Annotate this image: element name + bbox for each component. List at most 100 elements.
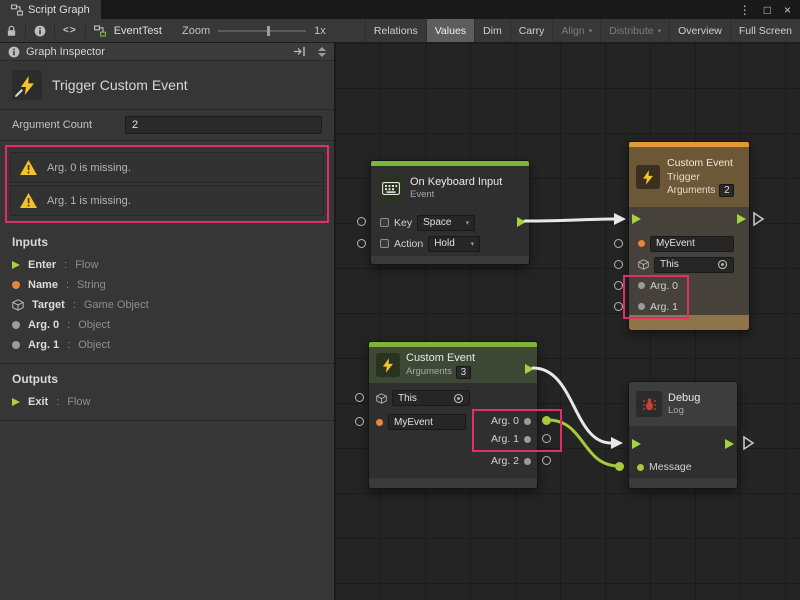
scroll-spinner[interactable] [318,47,326,57]
port-row-name: Name:String [12,275,322,295]
colon: : [73,299,76,311]
values-button[interactable]: Values [426,19,474,42]
script-graph-canvas[interactable]: On Keyboard Input Event Key Space▾ Actio… [335,43,800,600]
event-name-input-port[interactable] [355,417,364,426]
distribute-button[interactable]: Distribute▾ [600,19,669,42]
node-header[interactable]: Custom Event Arguments3 [369,347,537,383]
align-button[interactable]: Align▾ [552,19,600,42]
chevron-down-icon: ▾ [466,219,470,227]
event-name-field[interactable]: MyEvent [388,414,466,430]
port-label: Arg. 1 [650,301,678,313]
port-name: Arg. 1 [28,339,59,351]
relations-button[interactable]: Relations [365,19,426,42]
flow-out-port[interactable] [525,364,534,374]
node-header[interactable]: Debug Log [629,382,737,426]
arg1-input-port[interactable] [614,302,623,311]
overview-button[interactable]: Overview [669,19,730,42]
graph-name[interactable]: EventTest [114,25,162,37]
close-icon[interactable]: × [784,3,791,17]
flow-in-port[interactable] [632,214,641,224]
target-dropdown[interactable]: This [392,390,470,406]
port-row-target: Target:Game Object [12,295,322,315]
arg1-output-port[interactable] [542,434,551,443]
flow-in-port[interactable] [632,439,641,449]
flow-continue-icon [744,437,753,449]
arguments-count-field[interactable]: 3 [456,366,471,379]
message-input-port[interactable] [615,462,624,471]
outputs-section: Outputs Exit:Flow [0,364,334,421]
node-trigger-custom-event[interactable]: Custom Event Trigger Arguments2 MyEvent … [628,141,750,331]
carry-button[interactable]: Carry [510,19,553,42]
node-header[interactable]: Custom Event Trigger Arguments2 [629,147,749,207]
dock-icon[interactable] [293,46,306,57]
arg2-output-port[interactable] [542,456,551,465]
node-footer [629,478,737,488]
page-title: Trigger Custom Event [52,77,188,93]
wire-keyboard-to-trigger[interactable] [525,219,615,221]
restore-icon[interactable]: □ [764,3,771,17]
zoom-value: 1x [314,25,326,37]
node-title: Trigger [667,171,734,185]
target-dropdown[interactable]: This [654,257,734,273]
port-row-exit: Exit:Flow [12,392,322,412]
node-header[interactable]: On Keyboard Input Event [371,166,529,210]
tab-script-graph[interactable]: Script Graph [0,0,101,19]
arg0-input-port[interactable] [614,281,623,290]
outputs-header: Outputs [12,372,322,386]
arg2-row: Arg. 2 [491,453,531,469]
target-input-port[interactable] [614,260,623,269]
wire-arg0-to-message[interactable] [548,420,619,466]
flow-arrow-icon [12,261,20,269]
action-dropdown[interactable]: Hold▾ [428,236,480,252]
field-value: This [398,393,417,404]
button-label: Relations [374,25,418,37]
argument-count-label: Argument Count [12,119,117,131]
scroll-up-icon[interactable] [318,47,326,51]
panel-title: Graph Inspector [26,46,105,58]
menu-icon[interactable]: ⋮ [739,3,751,17]
arg0-output-port[interactable] [542,416,551,425]
key-row: Key Space▾ [371,212,529,233]
node-on-keyboard-input[interactable]: On Keyboard Input Event Key Space▾ Actio… [370,160,530,265]
port-row-arg1: Arg. 1:Object [12,335,322,355]
value-port-icon [638,282,645,289]
lightning-icon [376,353,400,377]
field-value: MyEvent [656,238,695,249]
zoom-slider[interactable] [218,30,306,32]
dim-button[interactable]: Dim [474,19,510,42]
graph-toolbar: <> EventTest Zoom 1x Relations Values Di… [0,19,800,43]
target-picker-icon[interactable] [717,259,728,270]
key-dropdown[interactable]: Space▾ [417,215,475,231]
button-label: Align [561,25,584,37]
value-port-icon [12,341,20,349]
arg0-row: Arg. 0 [629,275,749,296]
target-picker-icon[interactable] [453,393,464,404]
flow-out-port[interactable] [725,439,734,449]
flow-continue-icon [754,213,763,225]
port-type: String [77,279,106,291]
event-name-field[interactable]: MyEvent [650,236,734,252]
tab-strip: Script Graph ⋮ □ × [0,0,800,19]
argument-count-field[interactable]: 2 [125,116,322,134]
scroll-down-icon[interactable] [318,53,326,57]
target-input-port[interactable] [355,393,364,402]
info-icon[interactable] [34,25,46,37]
flow-out-port[interactable] [517,217,526,227]
zoom-slider-handle[interactable] [267,26,270,36]
string-port-icon [638,240,645,247]
flow-out-port[interactable] [737,214,746,224]
arguments-count-field[interactable]: 2 [719,184,734,197]
event-name-input-port[interactable] [614,239,623,248]
lock-icon[interactable] [6,25,17,37]
toolbar-left: <> EventTest Zoom 1x [6,24,326,38]
pencil-icon [14,88,24,98]
code-icon[interactable]: <> [63,25,77,36]
port-label: Arg. 0 [491,415,519,427]
node-debug-log[interactable]: Debug Log Message [628,381,738,489]
key-input-port[interactable] [357,217,366,226]
fullscreen-button[interactable]: Full Screen [730,19,800,42]
wire-customevent-to-debug[interactable] [533,368,611,443]
arg1-row: Arg. 1 [629,296,749,317]
node-custom-event[interactable]: Custom Event Arguments3 This MyEvent Arg… [368,341,538,489]
action-input-port[interactable] [357,239,366,248]
